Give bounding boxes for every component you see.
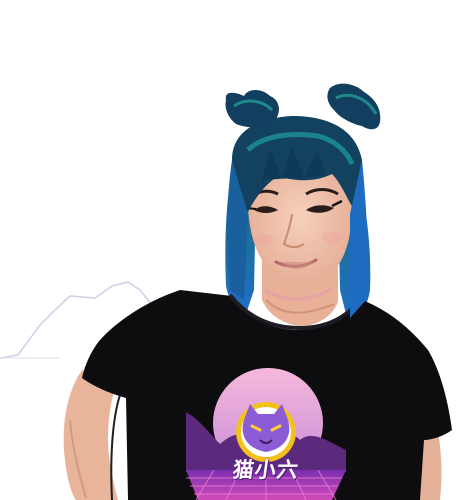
hair-bun-left xyxy=(225,90,279,128)
portrait-photo xyxy=(0,83,452,500)
hair-bun-right xyxy=(327,83,381,130)
cat-face-icon xyxy=(236,402,296,462)
shirt-graphic-text: 猫小六 xyxy=(231,458,301,482)
photo-stage: 猫小六 xyxy=(0,0,472,500)
